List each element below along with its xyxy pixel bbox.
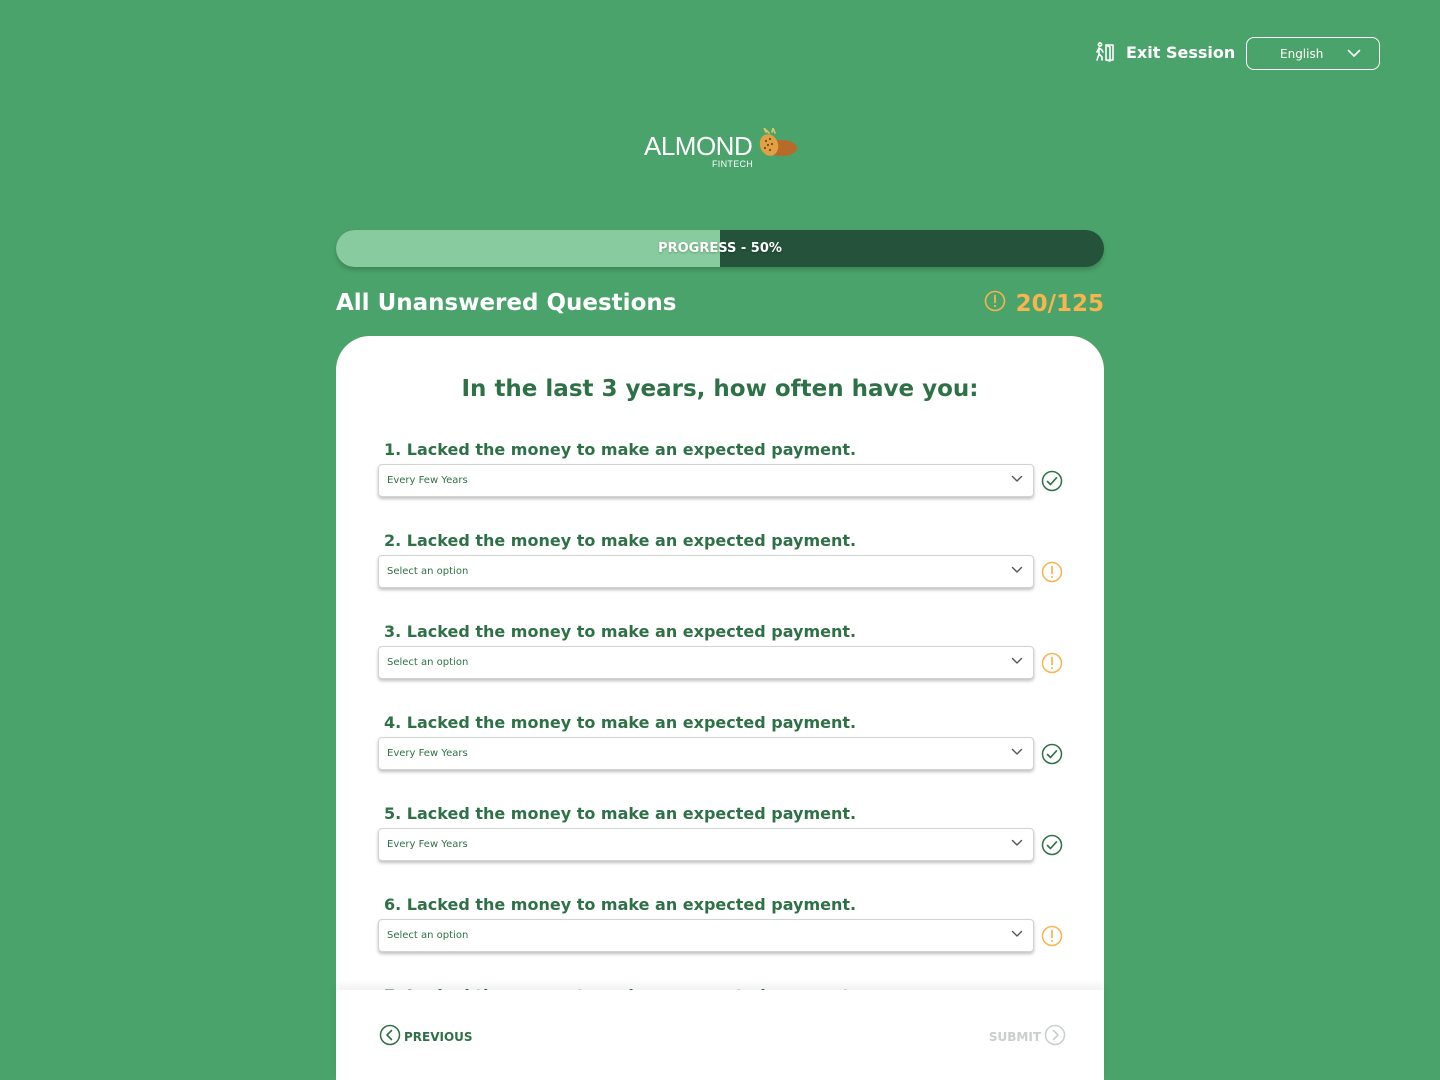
chevron-down-icon xyxy=(1347,47,1361,61)
question-select-value: Select an option xyxy=(387,657,469,668)
warning-icon xyxy=(1041,561,1063,587)
progress-bar: PROGRESS - 50% xyxy=(336,230,1104,267)
question-item: 3. Lacked the money to make an expected … xyxy=(378,622,1068,713)
exit-session-button[interactable]: Exit Session xyxy=(1094,41,1235,63)
question-label: 2. Lacked the money to make an expected … xyxy=(384,531,857,550)
chevron-down-icon xyxy=(1011,930,1023,941)
question-select[interactable]: Every Few Years xyxy=(378,464,1034,497)
question-label: 4. Lacked the money to make an expected … xyxy=(384,713,857,732)
question-item: 6. Lacked the money to make an expected … xyxy=(378,895,1068,986)
check-circle-icon xyxy=(1041,834,1063,860)
logo-wordmark: ALMOND xyxy=(644,131,753,161)
progress-label: PROGRESS - 50% xyxy=(658,241,782,256)
question-item: 4. Lacked the money to make an expected … xyxy=(378,713,1068,804)
question-select-value: Every Few Years xyxy=(387,839,468,850)
almond-fintech-logo: ALMOND FINTECH xyxy=(644,128,804,174)
question-label: 5. Lacked the money to make an expected … xyxy=(384,804,857,823)
exit-icon xyxy=(1094,41,1116,63)
language-selected-value: English xyxy=(1280,46,1324,61)
warning-icon xyxy=(1041,925,1063,951)
card-title: In the last 3 years, how often have you: xyxy=(461,376,979,402)
question-select[interactable]: Select an option xyxy=(378,919,1034,952)
submit-label: SUBMIT xyxy=(988,1029,1041,1044)
unanswered-counter: 20/125 xyxy=(984,290,1104,318)
previous-button[interactable]: PREVIOUS xyxy=(379,1024,473,1049)
chevron-left-circle-icon xyxy=(379,1024,401,1049)
warning-icon xyxy=(984,290,1006,318)
chevron-down-icon xyxy=(1011,657,1023,668)
question-item: 1. Lacked the money to make an expected … xyxy=(378,440,1068,531)
question-select[interactable]: Every Few Years xyxy=(378,828,1034,861)
question-item: 5. Lacked the money to make an expected … xyxy=(378,804,1068,895)
chevron-down-icon xyxy=(1011,475,1023,486)
previous-label: PREVIOUS xyxy=(404,1029,473,1044)
card-footer: PREVIOUS SUBMIT xyxy=(336,990,1104,1080)
check-circle-icon xyxy=(1041,743,1063,769)
warning-icon xyxy=(1041,652,1063,678)
question-select-value: Select an option xyxy=(387,566,469,577)
logo-subtitle: FINTECH xyxy=(712,159,754,169)
section-title: All Unanswered Questions xyxy=(336,290,677,316)
chevron-down-icon xyxy=(1011,839,1023,850)
check-circle-icon xyxy=(1041,470,1063,496)
question-label: 1. Lacked the money to make an expected … xyxy=(384,440,857,459)
question-item: 2. Lacked the money to make an expected … xyxy=(378,531,1068,622)
questions-card: In the last 3 years, how often have you:… xyxy=(336,336,1104,1080)
chevron-down-icon xyxy=(1011,566,1023,577)
question-select-value: Every Few Years xyxy=(387,748,468,759)
question-select[interactable]: Every Few Years xyxy=(378,737,1034,770)
question-select-value: Every Few Years xyxy=(387,475,468,486)
question-select[interactable]: Select an option xyxy=(378,646,1034,679)
question-select-value: Select an option xyxy=(387,930,469,941)
question-select[interactable]: Select an option xyxy=(378,555,1034,588)
chevron-down-icon xyxy=(1011,748,1023,759)
chevron-right-circle-icon xyxy=(1044,1024,1066,1049)
counter-value: 20/125 xyxy=(1015,291,1104,317)
exit-session-label: Exit Session xyxy=(1126,42,1236,62)
question-label: 6. Lacked the money to make an expected … xyxy=(384,895,857,914)
almond-nut-icon xyxy=(759,128,797,156)
question-label: 3. Lacked the money to make an expected … xyxy=(384,622,857,641)
language-select[interactable]: English xyxy=(1246,37,1380,70)
submit-button[interactable]: SUBMIT xyxy=(989,1024,1066,1049)
